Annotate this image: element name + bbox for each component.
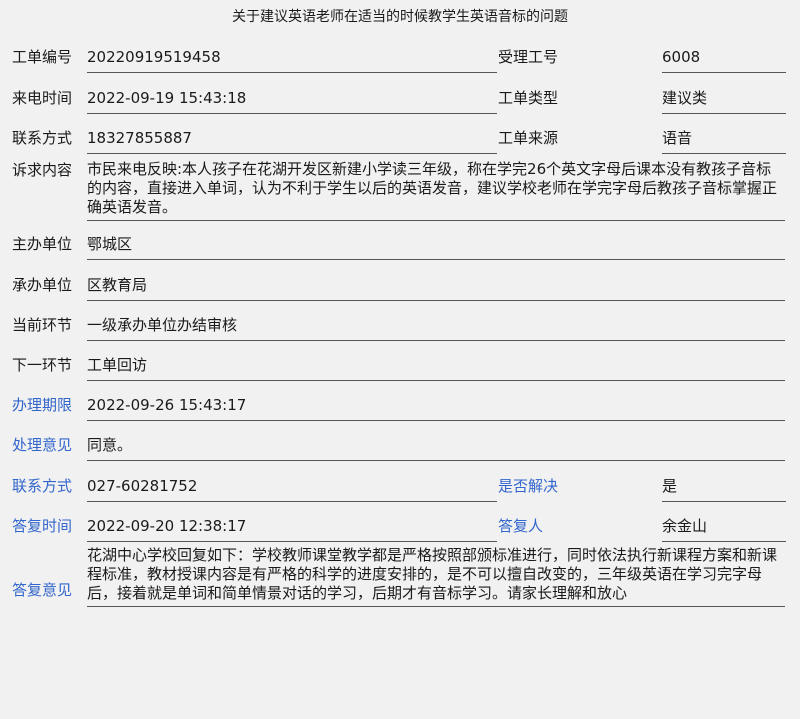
- deadline-value: 2022-09-26 15:43:17: [87, 395, 785, 421]
- resolved-value: 是: [662, 476, 786, 502]
- appeal-content: 市民来电反映:本人孩子在花湖开发区新建小学读三年级，称在学完26个英文字母后课本…: [87, 160, 785, 221]
- opinion-label: 处理意见: [12, 436, 73, 454]
- contact-value: 18327855887: [87, 128, 497, 154]
- opinion-value: 同意。: [87, 435, 785, 461]
- contact2-value: 027-60281752: [87, 476, 497, 502]
- handle-unit-label: 承办单位: [12, 276, 73, 294]
- handle-unit-value: 区教育局: [87, 275, 785, 301]
- reply-label: 答复意见: [12, 581, 73, 599]
- reply-time-value: 2022-09-20 12:38:17: [87, 516, 497, 542]
- page-title: 关于建议英语老师在适当的时候教学生英语音标的问题: [232, 9, 568, 25]
- call-time-label: 来电时间: [12, 89, 73, 107]
- next-step-label: 下一环节: [12, 356, 73, 374]
- ticket-no-label: 工单编号: [12, 48, 73, 66]
- ticket-type-value: 建议类: [662, 88, 786, 114]
- contact2-label: 联系方式: [12, 477, 73, 495]
- current-step-label: 当前环节: [12, 316, 73, 334]
- resolved-label: 是否解决: [498, 477, 559, 495]
- host-unit-value: 鄂城区: [87, 234, 785, 260]
- replier-label: 答复人: [498, 517, 544, 535]
- ticket-type-label: 工单类型: [498, 89, 559, 107]
- source-value: 语音: [662, 128, 786, 154]
- replier-value: 余金山: [662, 516, 786, 542]
- current-step-value: 一级承办单位办结审核: [87, 315, 785, 341]
- deadline-label: 办理期限: [12, 396, 73, 414]
- call-time-value: 2022-09-19 15:43:18: [87, 88, 497, 114]
- receiver-label: 受理工号: [498, 48, 559, 66]
- reply-content: 花湖中心学校回复如下：学校教师课堂教学都是严格按照部颁标准进行，同时依法执行新课…: [87, 546, 785, 607]
- source-label: 工单来源: [498, 129, 559, 147]
- receiver-value: 6008: [662, 47, 786, 73]
- appeal-label: 诉求内容: [12, 161, 73, 179]
- contact-label: 联系方式: [12, 129, 73, 147]
- host-unit-label: 主办单位: [12, 235, 73, 253]
- next-step-value: 工单回访: [87, 355, 785, 381]
- ticket-no-value: 20220919519458: [87, 47, 497, 73]
- reply-time-label: 答复时间: [12, 517, 73, 535]
